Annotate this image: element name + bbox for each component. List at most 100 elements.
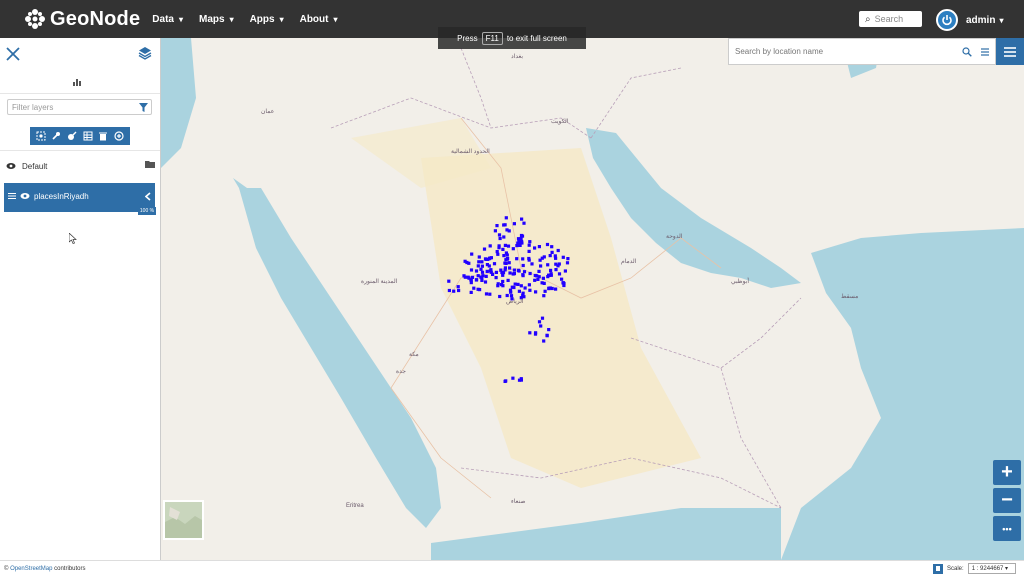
point-feature[interactable]: [505, 293, 509, 298]
point-feature[interactable]: [509, 294, 514, 298]
point-feature[interactable]: [501, 247, 505, 251]
point-feature[interactable]: [488, 292, 492, 296]
filter-layers-input[interactable]: Filter layers: [7, 99, 152, 115]
point-feature[interactable]: [511, 376, 515, 380]
point-feature[interactable]: [549, 268, 553, 272]
point-feature[interactable]: [480, 278, 484, 282]
point-feature[interactable]: [537, 245, 541, 249]
point-feature[interactable]: [546, 263, 550, 267]
point-feature[interactable]: [533, 332, 538, 336]
point-feature[interactable]: [554, 287, 558, 291]
point-feature[interactable]: [496, 252, 500, 256]
geonode-logo[interactable]: GeoNode: [24, 8, 140, 31]
user-menu[interactable]: admin ▾: [936, 9, 1003, 31]
add-layer-button[interactable]: [113, 130, 125, 142]
point-feature[interactable]: [507, 261, 511, 265]
point-feature[interactable]: [463, 259, 467, 263]
point-feature[interactable]: [527, 243, 531, 247]
point-feature[interactable]: [512, 222, 516, 226]
point-feature[interactable]: [561, 255, 565, 259]
point-feature[interactable]: [500, 283, 504, 287]
attribute-table-button[interactable]: [82, 130, 94, 142]
point-feature[interactable]: [483, 280, 488, 284]
drag-handle-icon[interactable]: [8, 192, 16, 202]
point-feature[interactable]: [537, 275, 541, 279]
point-feature[interactable]: [498, 236, 502, 241]
osm-link[interactable]: OpenStreetMap: [10, 566, 52, 572]
map-canvas[interactable]: الرياض مكة جدة الكويت الدوحة أبوظبي مسقط…: [161, 38, 1024, 560]
point-feature[interactable]: [547, 286, 551, 290]
zoom-to-layer-button[interactable]: [35, 130, 47, 142]
point-feature[interactable]: [506, 278, 510, 282]
point-feature[interactable]: [561, 281, 565, 285]
point-feature[interactable]: [527, 249, 531, 253]
point-feature[interactable]: [469, 278, 473, 282]
point-feature[interactable]: [504, 251, 508, 255]
point-feature[interactable]: [537, 269, 541, 273]
point-feature[interactable]: [509, 290, 513, 294]
header-search-input[interactable]: ⌕ Search: [859, 11, 922, 27]
point-feature[interactable]: [476, 274, 480, 278]
point-feature[interactable]: [563, 269, 567, 273]
point-feature[interactable]: [519, 233, 524, 238]
scale-select[interactable]: 1 : 9244667 ▾: [967, 563, 1016, 574]
point-feature[interactable]: [565, 261, 570, 265]
point-feature[interactable]: [542, 339, 546, 343]
point-feature[interactable]: [498, 294, 502, 299]
point-feature[interactable]: [447, 279, 451, 283]
point-feature[interactable]: [502, 223, 506, 227]
point-feature[interactable]: [456, 285, 460, 289]
point-feature[interactable]: [469, 281, 473, 285]
point-feature[interactable]: [545, 333, 549, 337]
point-feature[interactable]: [495, 224, 499, 228]
point-feature[interactable]: [503, 261, 507, 265]
point-feature[interactable]: [469, 268, 474, 272]
layer-group-default[interactable]: Default: [6, 159, 156, 173]
point-feature[interactable]: [484, 274, 488, 278]
point-feature[interactable]: [512, 268, 516, 272]
point-feature[interactable]: [510, 285, 514, 289]
point-feature[interactable]: [481, 274, 485, 278]
point-feature[interactable]: [522, 221, 526, 225]
point-feature[interactable]: [487, 264, 491, 268]
point-feature[interactable]: [550, 250, 554, 254]
point-feature[interactable]: [492, 262, 497, 266]
point-feature[interactable]: [489, 256, 493, 260]
more-tools-button[interactable]: •••: [993, 516, 1021, 541]
point-feature[interactable]: [497, 244, 501, 248]
point-feature[interactable]: [517, 269, 521, 273]
point-feature[interactable]: [505, 228, 509, 232]
point-feature[interactable]: [516, 237, 521, 241]
point-feature[interactable]: [503, 266, 507, 270]
point-feature[interactable]: [520, 217, 524, 221]
point-feature[interactable]: [528, 240, 532, 244]
layer-settings-button[interactable]: [50, 130, 62, 142]
point-feature[interactable]: [530, 262, 534, 266]
point-feature[interactable]: [540, 281, 544, 285]
layer-opacity-slider[interactable]: [4, 210, 138, 212]
nav-data[interactable]: Data ▾: [152, 14, 183, 25]
zoom-out-button[interactable]: −: [993, 488, 1021, 513]
point-feature[interactable]: [483, 257, 488, 261]
point-feature[interactable]: [543, 289, 547, 293]
point-feature[interactable]: [503, 379, 507, 383]
point-feature[interactable]: [523, 286, 527, 290]
nav-apps[interactable]: Apps ▾: [250, 14, 284, 25]
point-feature[interactable]: [521, 257, 525, 261]
point-feature[interactable]: [513, 282, 517, 286]
point-feature[interactable]: [545, 242, 550, 247]
point-feature[interactable]: [485, 269, 489, 273]
point-feature[interactable]: [511, 247, 515, 251]
point-feature[interactable]: [550, 245, 554, 249]
point-feature[interactable]: [521, 291, 525, 295]
point-feature[interactable]: [519, 284, 523, 288]
nav-maps[interactable]: Maps ▾: [199, 14, 234, 25]
point-feature[interactable]: [539, 324, 543, 328]
nav-about[interactable]: About ▾: [300, 14, 338, 25]
widgets-button[interactable]: [72, 74, 82, 92]
point-feature[interactable]: [541, 276, 545, 280]
point-feature[interactable]: [554, 256, 558, 260]
point-feature[interactable]: [560, 277, 564, 281]
point-feature[interactable]: [472, 286, 476, 290]
point-feature[interactable]: [554, 268, 558, 272]
